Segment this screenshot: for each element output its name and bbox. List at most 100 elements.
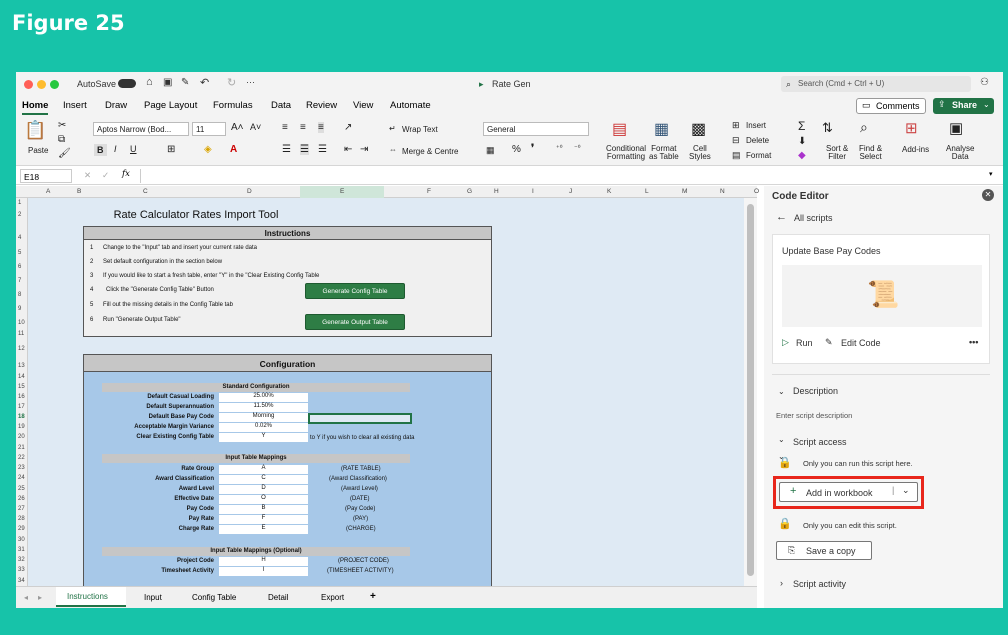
row-header-selected[interactable]: 18 bbox=[18, 414, 25, 420]
cancel-icon[interactable]: ✕ bbox=[84, 170, 91, 181]
wrap-text-button[interactable]: Wrap Text bbox=[402, 125, 438, 134]
row-header[interactable]: 26 bbox=[18, 496, 25, 502]
row-header[interactable]: 24 bbox=[18, 475, 25, 481]
row-header[interactable]: 17 bbox=[18, 404, 25, 410]
edit-icon[interactable]: ✎ bbox=[181, 77, 189, 88]
more-commands-icon[interactable]: ··· bbox=[246, 77, 255, 87]
document-name[interactable]: Rate Gen bbox=[492, 79, 531, 89]
sheet-tab-input[interactable]: Input bbox=[144, 593, 162, 602]
row-header[interactable]: 22 bbox=[18, 455, 25, 461]
sort-filter-icon[interactable]: ⇅ bbox=[822, 120, 833, 136]
find-select-button[interactable]: Find & Select bbox=[859, 145, 882, 161]
save-copy-button[interactable]: ⎘ Save a copy bbox=[776, 541, 872, 560]
config-value[interactable]: 25.00% bbox=[219, 393, 308, 402]
format-cells-button[interactable]: Format bbox=[746, 151, 771, 160]
row-header[interactable]: 14 bbox=[18, 374, 25, 380]
zoom-window-button[interactable] bbox=[50, 80, 59, 89]
add-ins-icon[interactable]: ⊞ bbox=[905, 119, 918, 137]
autosum-icon[interactable]: Σ bbox=[798, 119, 805, 133]
column-header[interactable]: H bbox=[494, 188, 499, 195]
fx-icon[interactable]: fx bbox=[122, 169, 130, 179]
config-value[interactable]: Morning bbox=[219, 413, 308, 422]
search-box[interactable]: ⌕ Search (Cmd + Ctrl + U) bbox=[781, 76, 971, 92]
mapping-value[interactable]: C bbox=[219, 475, 308, 484]
column-header[interactable]: N bbox=[720, 188, 725, 195]
row-header[interactable]: 19 bbox=[18, 424, 25, 430]
script-activity-toggle[interactable]: Script activity bbox=[793, 579, 846, 589]
mapping-value[interactable]: D bbox=[219, 485, 308, 494]
run-icon[interactable]: ▷ bbox=[782, 337, 789, 348]
comments-button[interactable]: ▭ Comments bbox=[856, 98, 926, 114]
conditional-formatting-button[interactable]: Conditional Formatting bbox=[606, 145, 646, 161]
mapping-value[interactable]: O bbox=[219, 495, 308, 504]
column-header[interactable]: B bbox=[77, 188, 81, 195]
row-header[interactable]: 13 bbox=[18, 363, 25, 369]
align-left-icon[interactable]: ☰ bbox=[282, 144, 291, 155]
worksheet-grid[interactable]: Rate Calculator Rates Import Tool Instru… bbox=[28, 198, 744, 590]
row-header[interactable]: 9 bbox=[18, 306, 21, 312]
analyse-data-icon[interactable]: ▣ bbox=[949, 119, 963, 137]
percent-icon[interactable]: % bbox=[512, 144, 521, 155]
tab-insert[interactable]: Insert bbox=[63, 100, 87, 111]
accounting-icon[interactable]: ▦ bbox=[486, 145, 495, 156]
tab-page-layout[interactable]: Page Layout bbox=[144, 100, 197, 111]
tab-home[interactable]: Home bbox=[22, 100, 49, 115]
font-color-icon[interactable]: A bbox=[230, 144, 237, 155]
add-sheet-button[interactable]: + bbox=[370, 591, 376, 602]
close-window-button[interactable] bbox=[24, 80, 33, 89]
column-header[interactable]: C bbox=[143, 188, 148, 195]
chevron-down-icon[interactable]: ⌄ bbox=[778, 435, 785, 444]
cell-styles-button[interactable]: Cell Styles bbox=[689, 145, 711, 161]
format-table-icon[interactable]: ▦ bbox=[654, 119, 669, 139]
bold-button[interactable]: B bbox=[94, 144, 107, 156]
align-right-icon[interactable]: ☰ bbox=[318, 144, 327, 155]
decrease-decimal-icon[interactable]: ⁻⁰ bbox=[574, 144, 581, 152]
align-bottom-icon[interactable]: ≡ bbox=[318, 122, 324, 133]
sheet-tab-config-table[interactable]: Config Table bbox=[192, 593, 236, 602]
copy-icon[interactable]: ⧉ bbox=[58, 134, 65, 145]
insert-cells-icon[interactable]: ⊞ bbox=[732, 120, 740, 131]
chevron-right-icon[interactable]: › bbox=[780, 578, 783, 588]
run-button[interactable]: Run bbox=[796, 338, 813, 348]
column-header-selected[interactable]: E bbox=[300, 186, 385, 198]
row-header[interactable]: 28 bbox=[18, 516, 25, 522]
row-header[interactable]: 15 bbox=[18, 384, 25, 390]
all-scripts-link[interactable]: All scripts bbox=[794, 213, 833, 223]
borders-icon[interactable]: ⊞ bbox=[167, 144, 175, 155]
sheet-tab-export[interactable]: Export bbox=[321, 593, 344, 602]
script-access-toggle[interactable]: Script access bbox=[793, 437, 847, 447]
row-header[interactable]: 16 bbox=[18, 394, 25, 400]
analyse-data-button[interactable]: Analyse Data bbox=[946, 145, 974, 161]
column-header[interactable]: L bbox=[645, 188, 649, 195]
format-cells-icon[interactable]: ▤ bbox=[732, 150, 741, 161]
add-in-workbook-button[interactable]: + Add in workbook | ⌄ bbox=[779, 482, 918, 502]
number-format-select[interactable]: General bbox=[483, 122, 589, 136]
row-header[interactable]: 21 bbox=[18, 445, 25, 451]
row-header[interactable]: 11 bbox=[18, 331, 24, 337]
generate-output-table-button[interactable]: Generate Output Table bbox=[305, 314, 405, 330]
sort-filter-button[interactable]: Sort & Filter bbox=[826, 145, 848, 161]
save-icon[interactable]: ▣ bbox=[163, 77, 172, 88]
paste-label[interactable]: Paste bbox=[28, 146, 48, 155]
more-options-icon[interactable]: ••• bbox=[969, 337, 978, 347]
row-header[interactable]: 12 bbox=[18, 346, 25, 352]
tab-review[interactable]: Review bbox=[306, 100, 337, 111]
column-header[interactable]: O bbox=[754, 188, 759, 195]
vertical-scrollbar[interactable] bbox=[744, 198, 757, 590]
merge-icon[interactable]: ⇔ bbox=[389, 145, 397, 154]
align-middle-icon[interactable]: ≡ bbox=[300, 122, 306, 133]
row-header[interactable]: 29 bbox=[18, 526, 25, 532]
row-header[interactable]: 27 bbox=[18, 506, 25, 512]
tab-view[interactable]: View bbox=[353, 100, 373, 111]
chevron-down-icon[interactable]: ⌄ bbox=[778, 387, 785, 396]
cut-icon[interactable]: ✂ bbox=[58, 120, 66, 131]
column-header[interactable]: F bbox=[427, 188, 431, 195]
autosave-toggle[interactable] bbox=[118, 79, 136, 88]
tab-formulas[interactable]: Formulas bbox=[213, 100, 253, 111]
home-icon[interactable]: ⌂ bbox=[146, 76, 153, 88]
column-header[interactable]: K bbox=[607, 188, 611, 195]
paste-icon[interactable]: 📋 bbox=[24, 120, 46, 141]
row-header[interactable]: 33 bbox=[18, 567, 25, 573]
column-header[interactable]: J bbox=[569, 188, 572, 195]
minimize-window-button[interactable] bbox=[37, 80, 46, 89]
